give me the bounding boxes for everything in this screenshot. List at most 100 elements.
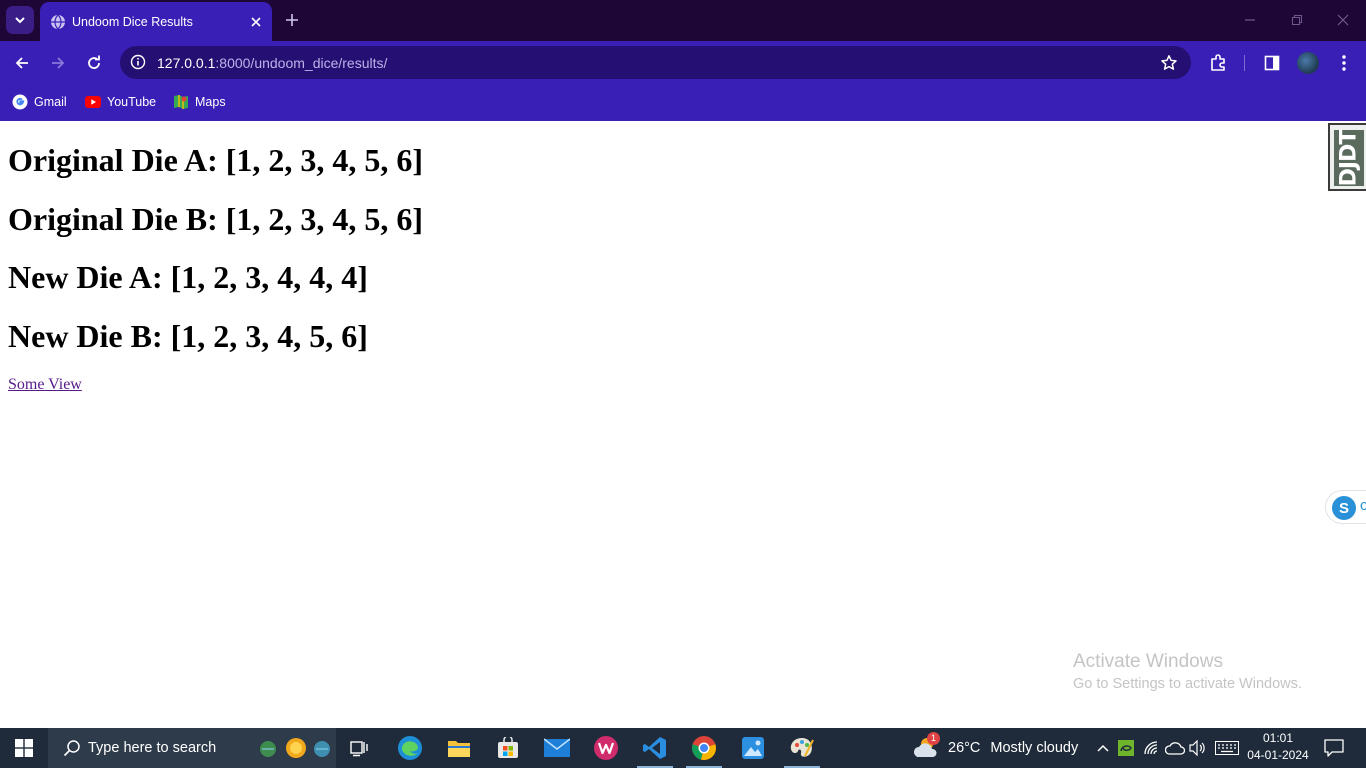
- taskbar-chrome[interactable]: [680, 728, 728, 768]
- taskbar-search-box[interactable]: Type here to search: [48, 728, 336, 768]
- vscode-icon: [643, 737, 666, 759]
- maps-icon: [173, 94, 189, 110]
- weather-condition: Mostly cloudy: [990, 740, 1079, 756]
- taskbar-wps-office[interactable]: [582, 728, 630, 768]
- microsoft-store-icon: [498, 737, 518, 758]
- bookmarks-bar: Gmail YouTube Maps: [0, 84, 1366, 121]
- close-icon: [1337, 14, 1349, 26]
- new-tab-button[interactable]: [282, 10, 302, 30]
- bookmark-label: Maps: [195, 95, 226, 109]
- paint-icon: [790, 738, 814, 757]
- profile-avatar[interactable]: [1297, 52, 1319, 74]
- reload-icon: [88, 55, 100, 69]
- debug-toolbar-handle[interactable]: DJDT: [1328, 123, 1366, 191]
- bookmark-maps[interactable]: Maps: [173, 92, 226, 112]
- tab-strip: Undoom Dice Results: [0, 0, 1366, 41]
- site-info-icon[interactable]: [128, 52, 148, 72]
- close-icon: [251, 16, 261, 27]
- minimize-icon: [1245, 19, 1255, 21]
- search-placeholder: Type here to search: [88, 740, 217, 756]
- arrow-left-icon: [15, 57, 28, 69]
- taskbar-file-explorer[interactable]: [435, 728, 483, 768]
- skype-extension-tab[interactable]: S c: [1325, 490, 1366, 524]
- some-view-link[interactable]: Some View: [8, 376, 82, 394]
- toolbar-divider: [1244, 55, 1245, 71]
- gmail-icon: [12, 94, 28, 110]
- notifications-button[interactable]: [1322, 736, 1346, 760]
- bookmark-label: Gmail: [34, 95, 67, 109]
- watermark-title: Activate Windows: [1073, 651, 1223, 672]
- more-menu-icon[interactable]: [1332, 51, 1356, 75]
- mail-icon: [544, 738, 570, 757]
- watermark-subtitle: Go to Settings to activate Windows.: [1073, 676, 1302, 692]
- system-clock[interactable]: 01:01 04-01-2024: [1236, 730, 1320, 764]
- bookmark-youtube[interactable]: YouTube: [85, 92, 156, 112]
- youtube-icon: [85, 94, 101, 110]
- task-view-icon: [350, 741, 368, 757]
- restore-icon: [1292, 15, 1302, 25]
- taskbar-edge[interactable]: [386, 728, 434, 768]
- weather-widget[interactable]: 1 26°C Mostly cloudy: [912, 728, 1078, 768]
- volume-icon[interactable]: [1188, 738, 1208, 758]
- original-die-a-heading: Original Die A: [1, 2, 3, 4, 5, 6]: [8, 142, 424, 178]
- window-close-button[interactable]: [1331, 8, 1355, 32]
- show-hidden-icons-button[interactable]: [1093, 738, 1113, 758]
- page-content: Original Die A: [1, 2, 3, 4, 5, 6] Origi…: [0, 121, 1366, 728]
- weather-alert-badge: 1: [927, 732, 940, 745]
- tab-title: Undoom Dice Results: [72, 14, 193, 29]
- clock-time: 01:01: [1262, 731, 1294, 745]
- notification-icon: [1324, 739, 1344, 757]
- chevron-up-icon: [1097, 744, 1109, 752]
- restore-button[interactable]: [1285, 8, 1309, 32]
- url-host: 127.0.0.1: [157, 55, 216, 71]
- windows-logo-icon: [15, 739, 33, 757]
- windows-taskbar: Type here to search 1 26°C Mostly cloudy…: [0, 728, 1366, 768]
- arrow-right-icon: [52, 57, 65, 69]
- file-explorer-icon: [448, 741, 470, 757]
- clock-date: 04-01-2024: [1247, 748, 1309, 762]
- taskbar-store[interactable]: [484, 728, 532, 768]
- skype-partial-text: c: [1360, 497, 1366, 514]
- nvidia-tray-icon[interactable]: [1116, 738, 1136, 758]
- back-button[interactable]: [8, 49, 36, 77]
- browser-toolbar: 127.0.0.1:8000/undoom_dice/results/: [0, 41, 1366, 84]
- tab-close-button[interactable]: [246, 12, 266, 32]
- url-path: :8000/undoom_dice/results/: [215, 55, 388, 71]
- globe-icon: [50, 14, 66, 30]
- bookmark-star-icon[interactable]: [1159, 53, 1179, 73]
- plus-icon: [286, 14, 298, 26]
- photos-icon: [742, 737, 764, 759]
- url-text[interactable]: 127.0.0.1:8000/undoom_dice/results/: [157, 55, 387, 71]
- taskbar-paint[interactable]: [778, 728, 826, 768]
- taskbar-mail[interactable]: [533, 728, 581, 768]
- reload-button[interactable]: [80, 49, 108, 77]
- chevron-down-icon: [15, 17, 25, 24]
- task-view-button[interactable]: [336, 728, 384, 768]
- search-icon: [62, 738, 82, 758]
- forward-button[interactable]: [44, 49, 72, 77]
- debug-toolbar-logo: DJDT: [1334, 130, 1364, 186]
- debug-toolbar-label: DJDT: [1336, 130, 1362, 186]
- original-die-b-heading: Original Die B: [1, 2, 3, 4, 5, 6]: [8, 201, 424, 237]
- edge-icon: [398, 736, 422, 760]
- bookmark-gmail[interactable]: Gmail: [12, 92, 67, 112]
- taskbar-vscode[interactable]: [631, 728, 679, 768]
- wps-office-icon: [594, 736, 618, 760]
- side-panel-icon[interactable]: [1260, 51, 1284, 75]
- extensions-icon[interactable]: [1206, 51, 1230, 75]
- chrome-icon: [692, 736, 716, 760]
- address-bar[interactable]: 127.0.0.1:8000/undoom_dice/results/: [120, 46, 1191, 79]
- bookmark-label: YouTube: [107, 95, 157, 109]
- new-die-a-heading: New Die A: [1, 2, 3, 4, 4, 4]: [8, 259, 368, 295]
- onedrive-icon[interactable]: [1165, 738, 1185, 758]
- search-highlight-icon: [258, 733, 334, 763]
- network-icon[interactable]: [1142, 738, 1162, 758]
- activate-windows-watermark: Activate Windows Go to Settings to activ…: [1073, 651, 1302, 694]
- taskbar-photos[interactable]: [729, 728, 777, 768]
- tab-active[interactable]: Undoom Dice Results: [40, 2, 272, 41]
- tab-search-button[interactable]: [6, 6, 34, 34]
- start-button[interactable]: [0, 728, 48, 768]
- minimize-button[interactable]: [1238, 8, 1262, 32]
- skype-icon: S: [1332, 496, 1356, 520]
- cloudy-weather-icon: 1: [912, 732, 940, 762]
